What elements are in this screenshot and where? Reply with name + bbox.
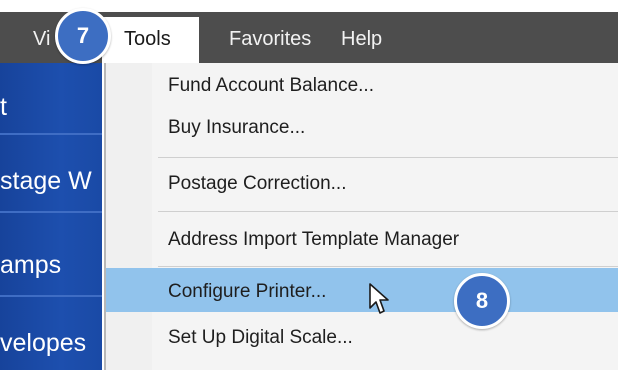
menu-tools[interactable]: Tools	[102, 17, 199, 63]
menu-item-address-import-template-manager[interactable]: Address Import Template Manager	[168, 229, 459, 251]
tools-dropdown-menu: Fund Account Balance... Buy Insurance...…	[104, 63, 618, 370]
sidebar: t stage W amps velopes	[0, 63, 102, 370]
sidebar-item[interactable]: t	[0, 93, 7, 122]
step-callout-7: 7	[55, 8, 111, 64]
menu-item-configure-printer[interactable]: Configure Printer...	[168, 281, 326, 303]
menu-separator	[158, 211, 618, 212]
sidebar-divider	[0, 211, 102, 213]
menu-help[interactable]: Help	[341, 28, 382, 51]
menu-item-buy-insurance[interactable]: Buy Insurance...	[168, 117, 305, 139]
menu-item-postage-correction[interactable]: Postage Correction...	[168, 173, 346, 195]
menu-item-fund-account-balance[interactable]: Fund Account Balance...	[168, 75, 374, 97]
menu-item-set-up-digital-scale[interactable]: Set Up Digital Scale...	[168, 327, 353, 349]
step-callout-8: 8	[454, 273, 510, 329]
menu-separator	[158, 266, 618, 267]
menu-favorites[interactable]: Favorites	[229, 28, 311, 51]
sidebar-item[interactable]: amps	[0, 251, 61, 280]
menu-view[interactable]: Vi	[33, 28, 50, 51]
sidebar-divider	[0, 295, 102, 297]
sidebar-item[interactable]: velopes	[0, 329, 86, 358]
sidebar-item[interactable]: stage W	[0, 167, 92, 196]
sidebar-divider	[0, 133, 102, 135]
menu-tools-label: Tools	[124, 28, 171, 50]
menu-separator	[158, 157, 618, 158]
menu-gutter	[106, 63, 152, 370]
mouse-pointer-icon	[368, 282, 390, 321]
